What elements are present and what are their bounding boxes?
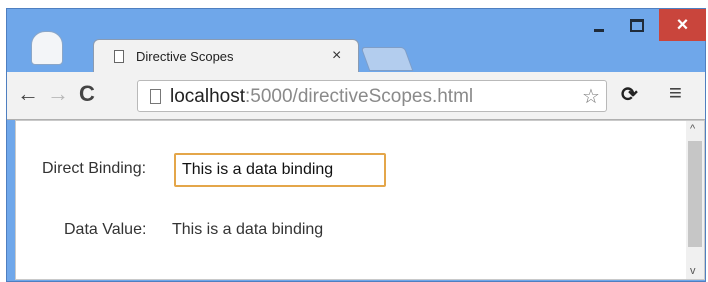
scroll-thumb[interactable] — [688, 141, 702, 247]
tab-directive-scopes[interactable]: Directive Scopes × — [93, 39, 359, 73]
browser-window: × Directive Scopes × ← → C localhost:500… — [6, 8, 706, 282]
scroll-up-icon[interactable]: ^ — [690, 123, 695, 135]
address-bar[interactable]: localhost:5000/directiveScopes.html ☆ — [137, 80, 607, 112]
close-window-button[interactable]: × — [659, 9, 706, 41]
direct-binding-input[interactable] — [174, 153, 386, 187]
url-host: localhost — [170, 86, 245, 107]
close-icon: × — [676, 13, 689, 36]
tab-close-icon[interactable]: × — [332, 47, 341, 65]
profile-avatar-icon[interactable] — [31, 31, 63, 65]
forward-arrow-icon[interactable]: → — [47, 82, 69, 106]
vertical-scrollbar[interactable]: ^ v — [686, 121, 704, 279]
maximize-icon — [630, 18, 644, 32]
scroll-down-icon[interactable]: v — [690, 265, 696, 277]
url-text[interactable]: localhost:5000/directiveScopes.html — [170, 86, 473, 108]
back-arrow-icon[interactable]: ← — [17, 82, 39, 106]
minimize-icon — [594, 28, 604, 32]
tab-title: Directive Scopes — [136, 49, 234, 64]
data-value-text: This is a data binding — [172, 221, 324, 238]
minimize-button[interactable] — [581, 9, 617, 41]
reload-icon[interactable]: C — [79, 82, 95, 106]
new-tab-button[interactable] — [360, 47, 414, 71]
direct-binding-label: Direct Binding: — [42, 160, 147, 177]
page-icon — [150, 89, 161, 104]
extension-icon[interactable]: ⟳ — [621, 82, 638, 107]
menu-icon[interactable]: ≡ — [669, 80, 682, 106]
maximize-button[interactable] — [619, 9, 655, 41]
page-icon — [114, 50, 124, 63]
browser-toolbar: ← → C localhost:5000/directiveScopes.htm… — [7, 72, 705, 120]
bookmark-star-icon[interactable]: ☆ — [582, 84, 600, 109]
page-viewport: Direct Binding: Data Value: This is a da… — [15, 120, 705, 280]
data-value-label: Data Value: — [64, 221, 147, 238]
url-path: :5000/directiveScopes.html — [245, 86, 474, 107]
